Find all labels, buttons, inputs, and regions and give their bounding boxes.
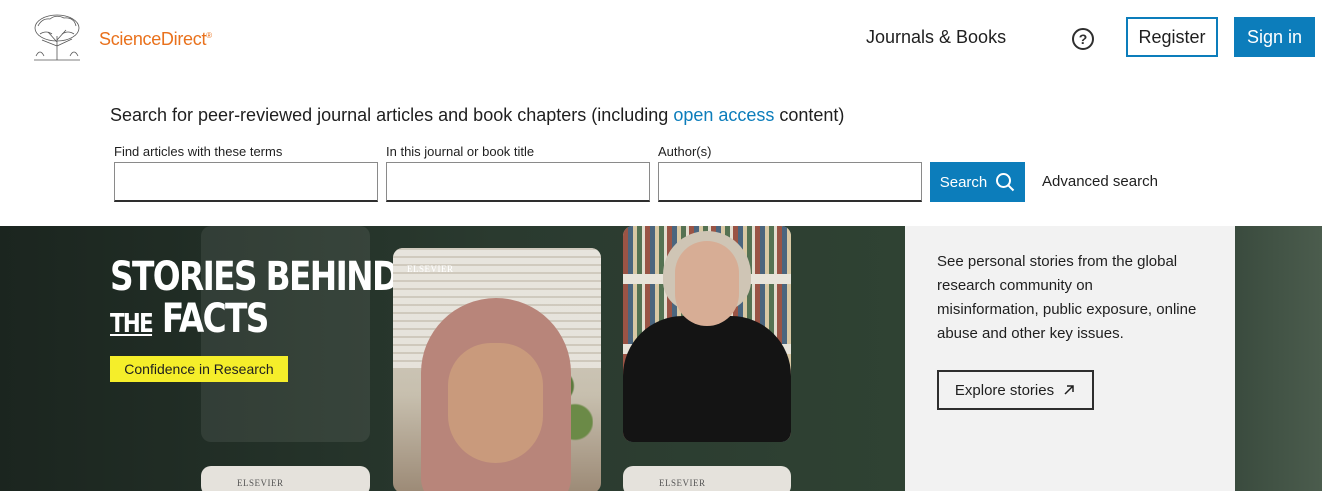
open-access-link[interactable]: open access bbox=[673, 105, 774, 125]
search-heading: Search for peer-reviewed journal article… bbox=[110, 105, 844, 126]
journal-title-input[interactable] bbox=[386, 162, 650, 202]
help-icon[interactable]: ? bbox=[1072, 28, 1094, 50]
search-heading-suffix: content) bbox=[774, 105, 845, 125]
arrow-up-right-icon bbox=[1064, 385, 1074, 395]
search-icon bbox=[996, 173, 1015, 192]
explore-stories-button[interactable]: Explore stories bbox=[937, 370, 1094, 410]
elsevier-tree-logo[interactable] bbox=[28, 12, 86, 62]
register-button[interactable]: Register bbox=[1126, 17, 1218, 57]
sign-in-button[interactable]: Sign in bbox=[1234, 17, 1315, 57]
explore-stories-label: Explore stories bbox=[954, 381, 1055, 399]
search-heading-prefix: Search for peer-reviewed journal article… bbox=[110, 105, 674, 125]
advanced-search-link[interactable]: Advanced search bbox=[1042, 173, 1158, 190]
stories-title-facts: FACTS bbox=[161, 296, 270, 342]
terms-input[interactable] bbox=[114, 162, 378, 202]
authors-field-label: Author(s) bbox=[658, 144, 712, 159]
help-symbol: ? bbox=[1078, 31, 1088, 47]
stories-banner: STORIES BEHIND THE FACTS Confidence in R… bbox=[0, 226, 1322, 491]
search-button[interactable]: Search bbox=[930, 162, 1025, 202]
confidence-badge: Confidence in Research bbox=[110, 356, 288, 382]
journal-field-label: In this journal or book title bbox=[386, 144, 535, 159]
speaker-body bbox=[623, 316, 791, 442]
terms-field-label: Find articles with these terms bbox=[114, 144, 283, 159]
elsevier-watermark: ELSEVIER bbox=[237, 478, 284, 488]
woman-video-thumbnail[interactable]: ELSEVIER bbox=[393, 248, 601, 491]
video-thumbnail-partial[interactable]: ELSEVIER bbox=[201, 466, 370, 491]
logo-text: ScienceDirect bbox=[99, 29, 207, 49]
elsevier-watermark: ELSEVIER bbox=[407, 264, 454, 274]
video-thumbnail-partial[interactable]: ELSEVIER bbox=[623, 466, 791, 491]
search-button-label: Search bbox=[939, 173, 988, 191]
logo-trademark: ® bbox=[206, 31, 212, 40]
sciencedirect-logo-text[interactable]: ScienceDirect® bbox=[99, 29, 212, 50]
authors-input[interactable] bbox=[658, 162, 922, 202]
journals-books-link[interactable]: Journals & Books bbox=[866, 27, 1006, 48]
stories-title-the: THE bbox=[110, 309, 154, 339]
banner-description: See personal stories from the global res… bbox=[937, 253, 1197, 342]
speaker-face bbox=[675, 241, 739, 326]
speaker-video-thumbnail[interactable] bbox=[623, 226, 791, 442]
stories-title-line1: STORIES BEHIND bbox=[110, 254, 399, 300]
elsevier-watermark: ELSEVIER bbox=[659, 478, 706, 488]
face bbox=[448, 343, 543, 463]
site-header: ScienceDirect® Journals & Books ? Regist… bbox=[0, 0, 1322, 80]
banner-right-strip bbox=[1235, 226, 1322, 491]
stories-title-line2: THE FACTS bbox=[110, 298, 398, 345]
stories-title: STORIES BEHIND THE FACTS bbox=[110, 254, 399, 345]
